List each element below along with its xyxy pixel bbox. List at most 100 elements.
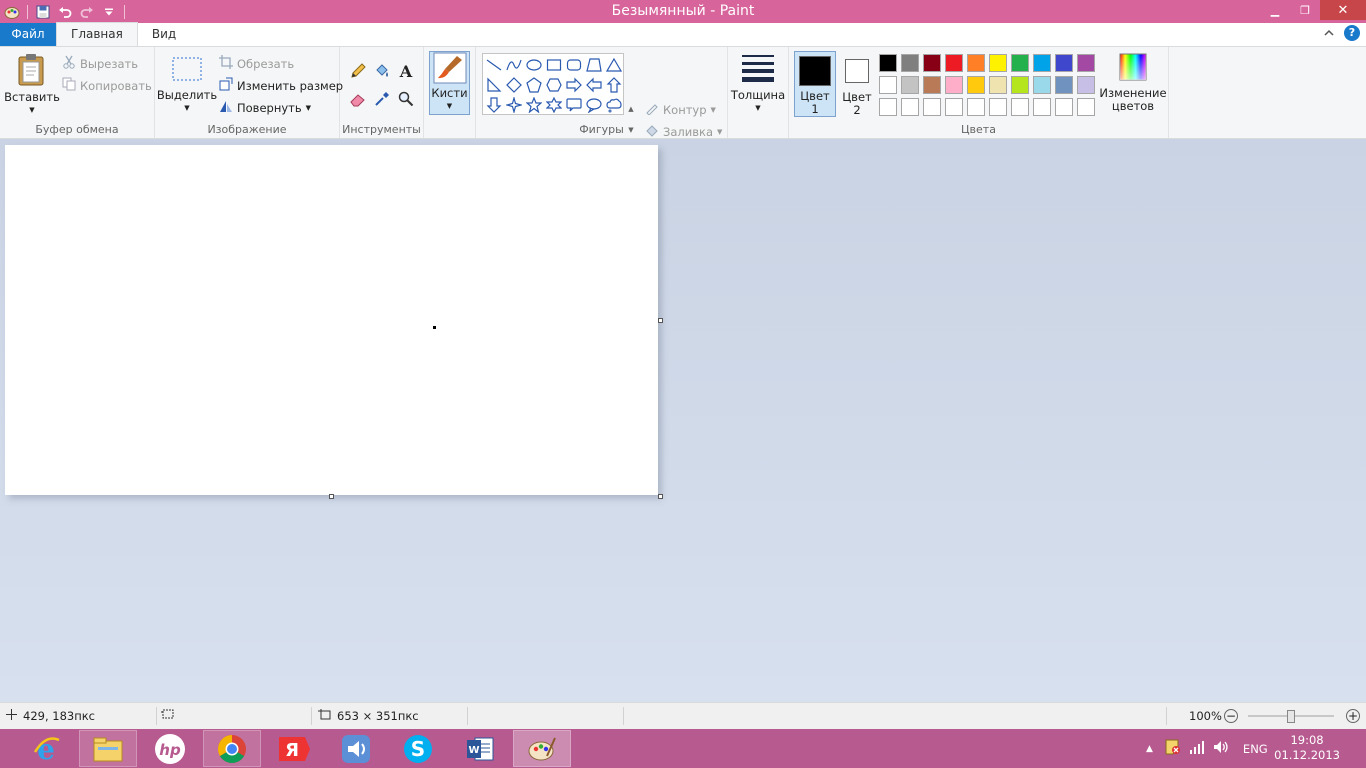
file-explorer-icon[interactable] [79, 730, 137, 767]
paint-app-icon[interactable] [2, 2, 22, 22]
fill-button[interactable]: Заливка ▼ [645, 123, 722, 140]
zoom-slider[interactable] [1248, 703, 1334, 729]
palette-swatch[interactable] [1077, 98, 1095, 116]
internet-explorer-icon[interactable]: e [17, 730, 75, 767]
palette-swatch[interactable] [989, 98, 1007, 116]
color2-button[interactable]: Цвет 2 [839, 51, 875, 117]
show-hidden-icons-icon[interactable]: ▲ [1146, 744, 1153, 754]
magnifier-icon[interactable] [396, 89, 416, 109]
pencil-icon[interactable] [348, 61, 368, 81]
color1-button[interactable]: Цвет 1 [794, 51, 836, 117]
resize-button[interactable]: Изменить размер [219, 77, 343, 94]
palette-swatch[interactable] [923, 54, 941, 72]
palette-swatch[interactable] [901, 98, 919, 116]
palette-swatch[interactable] [1011, 98, 1029, 116]
zoom-in-button[interactable]: + [1346, 703, 1360, 729]
resize-handle-corner[interactable] [658, 494, 663, 499]
pentagon-shape-icon[interactable] [524, 75, 544, 95]
rectangle-shape-icon[interactable] [544, 55, 564, 75]
rounded-callout-shape-icon[interactable] [564, 95, 584, 115]
color-picker-icon[interactable] [372, 89, 392, 109]
palette-swatch[interactable] [1011, 54, 1029, 72]
customize-qat-icon[interactable] [99, 2, 119, 22]
palette-swatch[interactable] [1033, 76, 1051, 94]
palette-swatch[interactable] [1055, 54, 1073, 72]
diamond-shape-icon[interactable] [504, 75, 524, 95]
sound-app-icon[interactable] [327, 730, 385, 767]
brushes-button[interactable]: Кисти ▼ [429, 51, 470, 115]
polygon-shape-icon[interactable] [584, 55, 604, 75]
chrome-icon[interactable] [203, 730, 261, 767]
yandex-icon[interactable]: Я [265, 730, 323, 767]
cloud-callout-shape-icon[interactable] [604, 95, 624, 115]
close-button[interactable]: ✕ [1320, 0, 1366, 20]
palette-swatch[interactable] [879, 54, 897, 72]
hexagon-shape-icon[interactable] [544, 75, 564, 95]
palette-swatch[interactable] [879, 76, 897, 94]
outline-button[interactable]: Контур ▼ [645, 101, 716, 118]
undo-icon[interactable] [55, 2, 75, 22]
zoom-in-icon[interactable]: + [1346, 709, 1360, 723]
zoom-out-icon[interactable]: − [1224, 709, 1238, 723]
palette-swatch[interactable] [1077, 76, 1095, 94]
palette-swatch[interactable] [945, 54, 963, 72]
minimize-ribbon-icon[interactable] [1324, 26, 1334, 40]
palette-swatch[interactable] [1011, 76, 1029, 94]
palette-swatch[interactable] [989, 54, 1007, 72]
text-tool-icon[interactable]: A [396, 61, 416, 81]
save-icon[interactable] [33, 2, 53, 22]
palette-swatch[interactable] [1055, 76, 1073, 94]
fill-bucket-icon[interactable] [372, 61, 392, 81]
help-icon[interactable]: ? [1344, 25, 1360, 41]
palette-swatch[interactable] [901, 76, 919, 94]
resize-handle-right[interactable] [658, 318, 663, 323]
triangle-shape-icon[interactable] [604, 55, 624, 75]
scroll-down-icon[interactable]: ▼ [628, 126, 633, 134]
hp-icon[interactable]: hp [141, 730, 199, 767]
line-shape-icon[interactable] [484, 55, 504, 75]
restore-button[interactable]: ❐ [1290, 0, 1320, 20]
right-triangle-shape-icon[interactable] [484, 75, 504, 95]
skype-icon[interactable]: S [389, 730, 447, 767]
rounded-rectangle-shape-icon[interactable] [564, 55, 584, 75]
palette-swatch[interactable] [989, 76, 1007, 94]
tab-view[interactable]: Вид [138, 23, 190, 46]
palette-swatch[interactable] [1077, 54, 1095, 72]
minimize-button[interactable]: ▁ [1260, 0, 1290, 20]
input-language[interactable]: ENG [1243, 742, 1268, 756]
palette-swatch[interactable] [879, 98, 897, 116]
six-point-star-shape-icon[interactable] [544, 95, 564, 115]
tab-file[interactable]: Файл [0, 23, 56, 46]
size-button[interactable]: Толщина ▼ [730, 53, 786, 115]
palette-swatch[interactable] [923, 76, 941, 94]
paint-taskbar-icon[interactable] [513, 730, 571, 767]
four-point-star-shape-icon[interactable] [504, 95, 524, 115]
select-button[interactable]: Выделить ▼ [157, 55, 217, 115]
palette-swatch[interactable] [967, 54, 985, 72]
palette-swatch[interactable] [1033, 98, 1051, 116]
palette-swatch[interactable] [967, 76, 985, 94]
oval-callout-shape-icon[interactable] [584, 95, 604, 115]
clock[interactable]: 19:08 01.12.2013 [1274, 733, 1340, 763]
word-icon[interactable]: W [451, 730, 509, 767]
palette-swatch[interactable] [923, 98, 941, 116]
palette-swatch[interactable] [945, 76, 963, 94]
palette-swatch[interactable] [901, 54, 919, 72]
cut-button[interactable]: Вырезать [62, 55, 138, 72]
rotate-button[interactable]: Повернуть ▼ [219, 99, 311, 116]
tab-home[interactable]: Главная [56, 22, 138, 46]
five-point-star-shape-icon[interactable] [524, 95, 544, 115]
copy-button[interactable]: Копировать [62, 77, 152, 94]
drawing-canvas[interactable] [5, 145, 658, 495]
crop-button[interactable]: Обрезать [219, 55, 294, 72]
zoom-slider-thumb[interactable] [1287, 710, 1295, 723]
palette-swatch[interactable] [945, 98, 963, 116]
palette-swatch[interactable] [967, 98, 985, 116]
up-arrow-shape-icon[interactable] [604, 75, 624, 95]
scroll-up-icon[interactable]: ▲ [628, 105, 633, 113]
palette-swatch[interactable] [1033, 54, 1051, 72]
left-arrow-shape-icon[interactable] [584, 75, 604, 95]
oval-shape-icon[interactable] [524, 55, 544, 75]
paste-button[interactable]: Вставить ▼ [4, 53, 60, 117]
edit-colors-button[interactable]: Изменение цветов [1098, 53, 1168, 113]
